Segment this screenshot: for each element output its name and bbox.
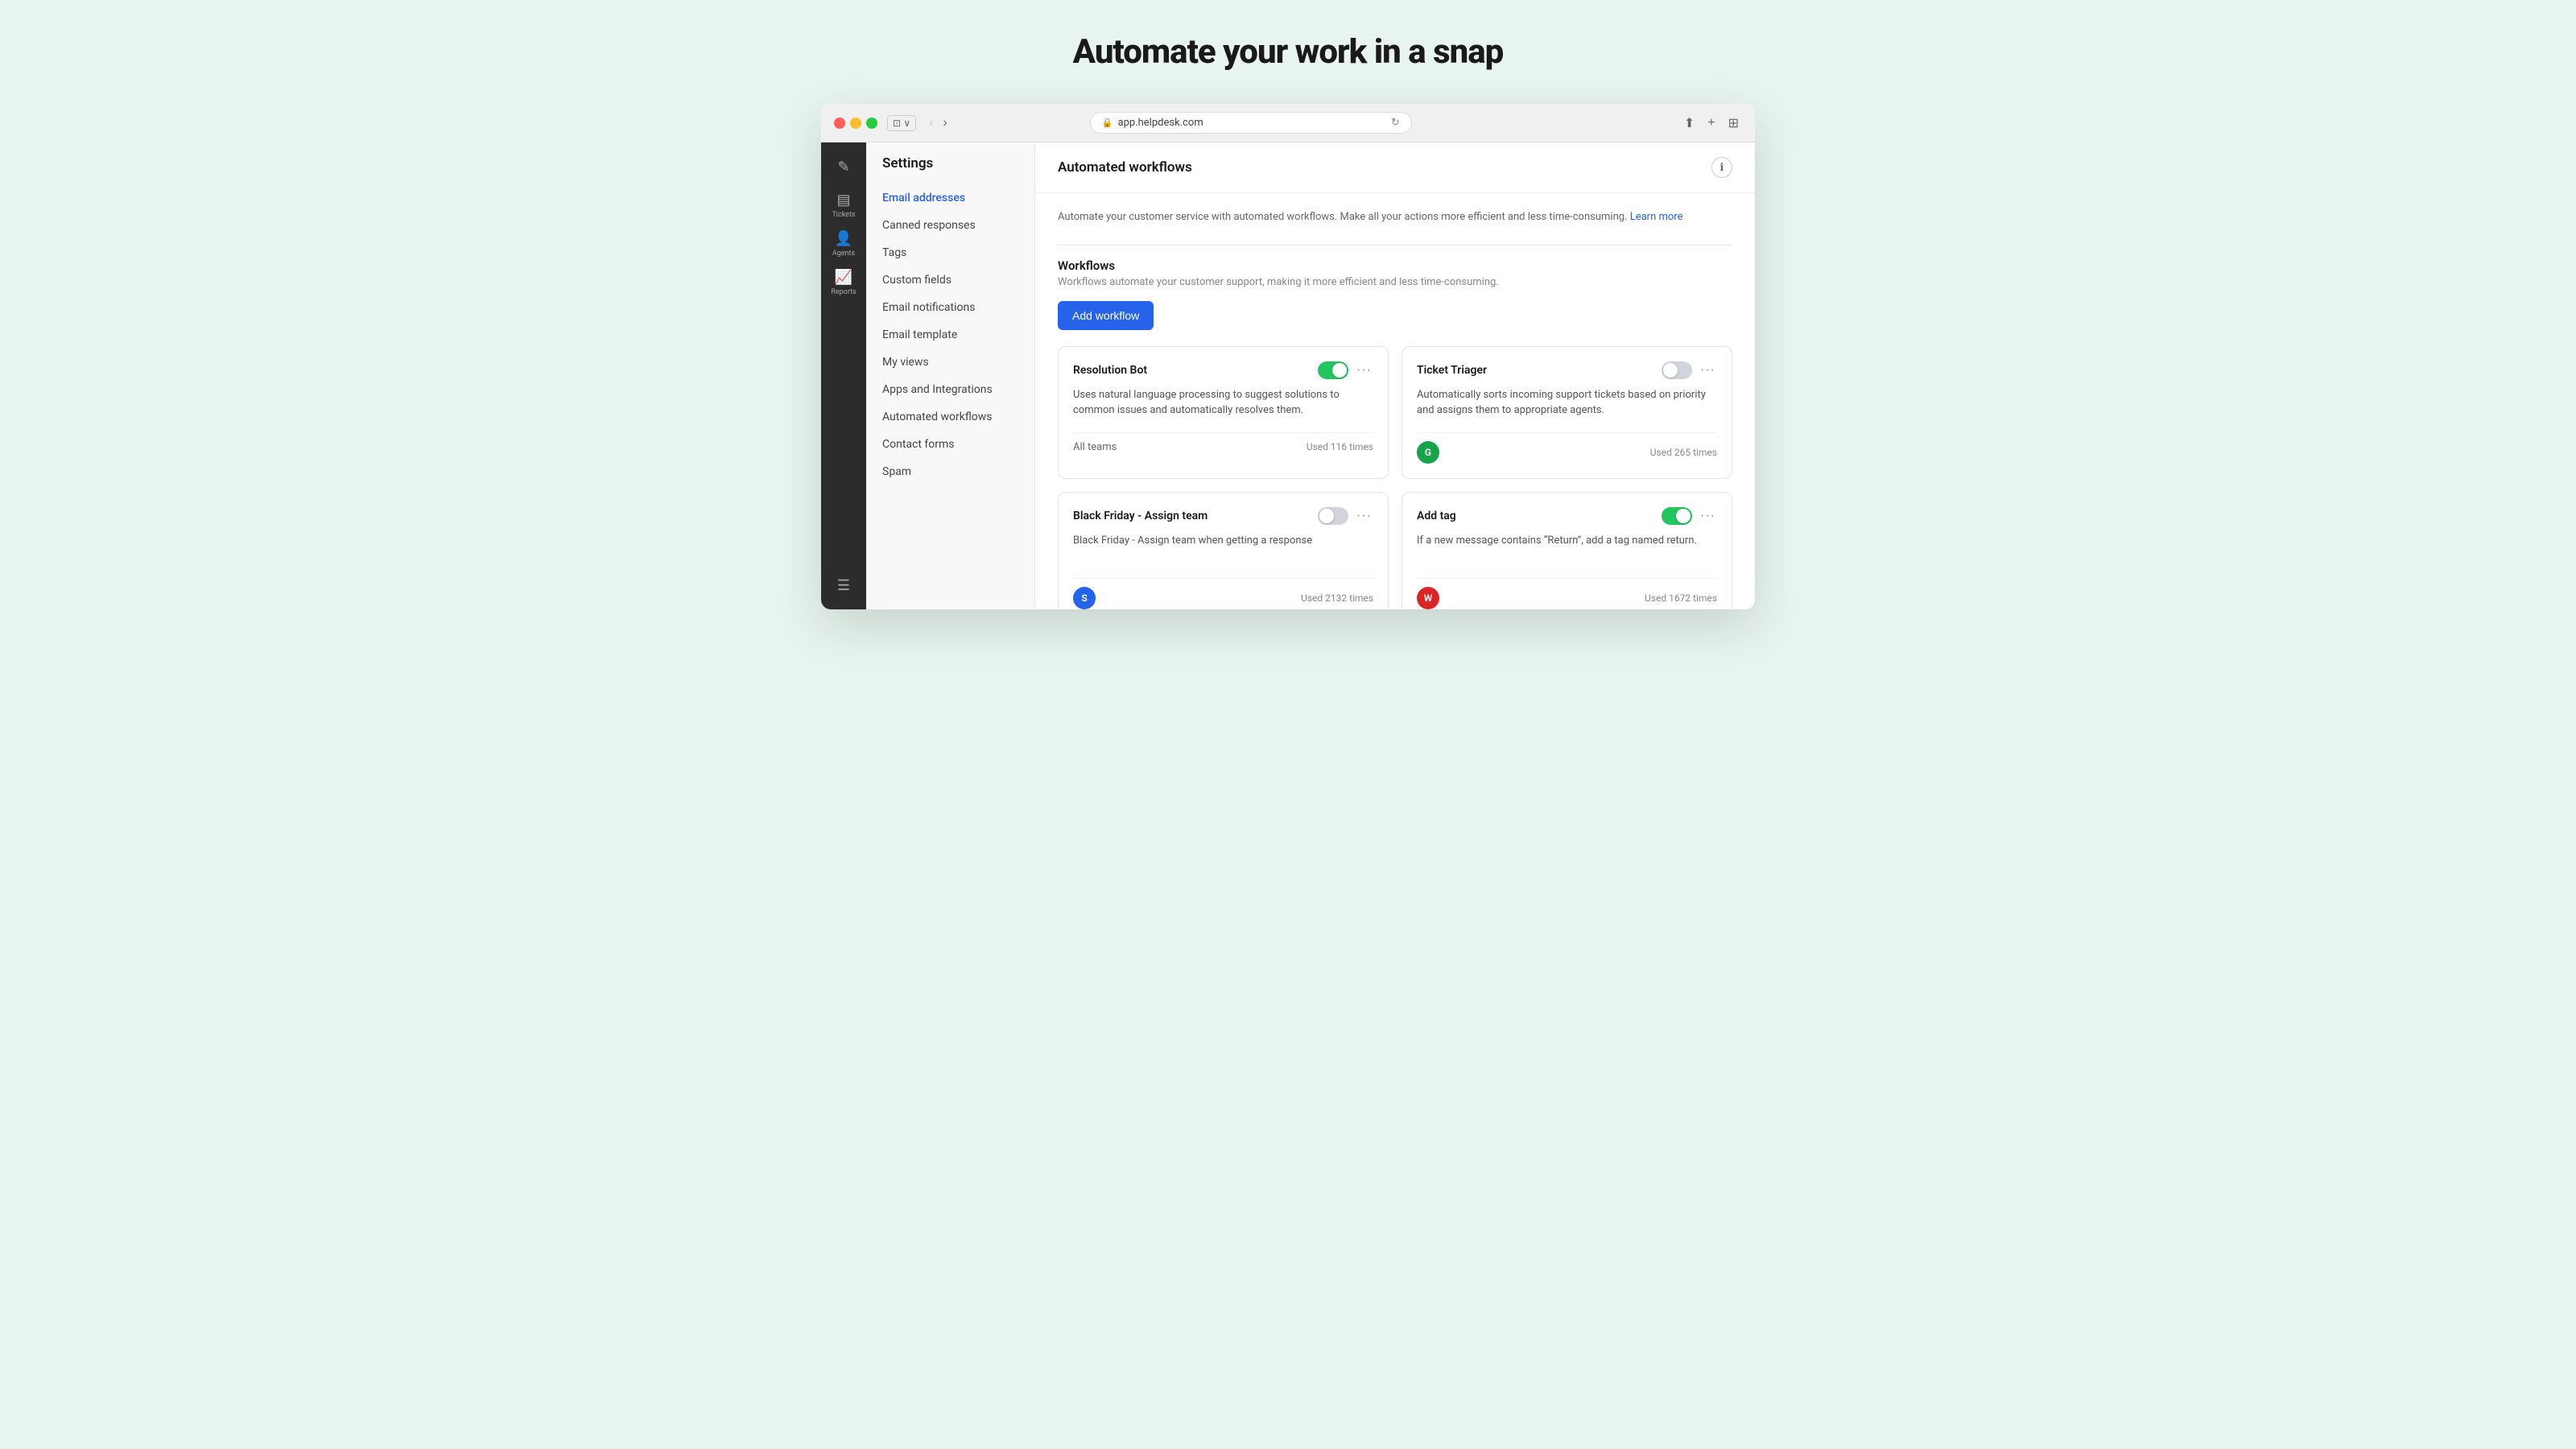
tickets-icon: ▤ xyxy=(836,192,850,208)
maximize-button[interactable] xyxy=(866,118,877,129)
avatar: W xyxy=(1417,587,1439,609)
card-description: Automatically sorts incoming support tic… xyxy=(1417,387,1717,419)
info-button[interactable]: ℹ xyxy=(1711,157,1732,178)
card-description: If a new message contains “Return”, add … xyxy=(1417,533,1717,565)
nav-icon-compose[interactable]: ✎ xyxy=(826,149,861,184)
tickets-label: Tickets xyxy=(832,211,855,219)
card-controls: ··· xyxy=(1662,507,1717,525)
more-options-button[interactable]: ··· xyxy=(1355,363,1373,378)
sidebar-item-email-notifications[interactable]: Email notifications xyxy=(866,294,1034,321)
grid-button[interactable]: ⊞ xyxy=(1725,114,1742,133)
learn-more-link[interactable]: Learn more xyxy=(1630,211,1683,223)
browser-toolbar: ⊡ ∨ ‹ › 🔒 app.helpdesk.com ↻ ⬆ + ⊞ xyxy=(821,104,1755,142)
left-nav: ✎ ▤ Tickets 👤 Agents 📈 Reports ☰ xyxy=(821,142,866,609)
card-title: Add tag xyxy=(1417,510,1456,522)
nav-icon-reports[interactable]: 📈 Reports xyxy=(826,265,861,300)
workflow-card-black-friday: Black Friday - Assign team ··· Black Fri… xyxy=(1058,492,1389,610)
more-options-button[interactable]: ··· xyxy=(1699,509,1717,523)
sidebar-item-automated-workflows[interactable]: Automated workflows xyxy=(866,403,1034,431)
card-header: Ticket Triager ··· xyxy=(1417,361,1717,379)
card-controls: ··· xyxy=(1318,361,1373,379)
description-text: Automate your customer service with auto… xyxy=(1058,209,1732,225)
new-tab-button[interactable]: + xyxy=(1704,114,1718,133)
section-subtitle: Workflows automate your customer support… xyxy=(1058,276,1732,288)
main-body: Automate your customer service with auto… xyxy=(1035,193,1755,609)
workflow-grid: Resolution Bot ··· Uses natural language… xyxy=(1058,346,1732,610)
reports-label: Reports xyxy=(831,288,856,296)
lock-icon: 🔒 xyxy=(1102,118,1113,128)
card-title: Black Friday - Assign team xyxy=(1073,510,1208,522)
close-button[interactable] xyxy=(834,118,845,129)
share-button[interactable]: ⬆ xyxy=(1681,114,1698,133)
agents-icon: 👤 xyxy=(835,230,852,247)
card-used-count: Used 116 times xyxy=(1307,441,1373,452)
sidebar-item-spam[interactable]: Spam xyxy=(866,458,1034,485)
card-title: Resolution Bot xyxy=(1073,364,1147,377)
workflow-card-resolution-bot: Resolution Bot ··· Uses natural language… xyxy=(1058,346,1389,479)
nav-icon-settings[interactable]: ☰ xyxy=(826,568,861,603)
section-title: Workflows xyxy=(1058,258,1732,273)
nav-arrows: ‹ › xyxy=(926,114,951,132)
add-workflow-button[interactable]: Add workflow xyxy=(1058,301,1154,330)
card-footer: All teams Used 116 times xyxy=(1073,432,1373,453)
reload-icon[interactable]: ↻ xyxy=(1391,117,1400,129)
workflow-toggle-add-tag[interactable] xyxy=(1662,507,1692,525)
reports-icon: 📈 xyxy=(835,269,852,286)
card-description: Uses natural language processing to sugg… xyxy=(1073,387,1373,419)
sidebar-item-my-views[interactable]: My views xyxy=(866,349,1034,376)
more-options-button[interactable]: ··· xyxy=(1699,363,1717,378)
browser-actions: ⬆ + ⊞ xyxy=(1681,114,1742,133)
settings-icon: ☰ xyxy=(837,577,850,594)
back-arrow[interactable]: ‹ xyxy=(926,114,936,132)
main-header: Automated workflows ℹ xyxy=(1035,142,1755,193)
card-header: Add tag ··· xyxy=(1417,507,1717,525)
page-heading: Automate your work in a snap xyxy=(16,32,2560,72)
workflow-toggle-ticket-triager[interactable] xyxy=(1662,361,1692,379)
card-used-count: Used 2132 times xyxy=(1301,592,1373,604)
card-controls: ··· xyxy=(1662,361,1717,379)
sidebar-item-email-template[interactable]: Email template xyxy=(866,321,1034,349)
sidebar-title: Settings xyxy=(866,155,1034,184)
card-header: Resolution Bot ··· xyxy=(1073,361,1373,379)
card-header: Black Friday - Assign team ··· xyxy=(1073,507,1373,525)
forward-arrow[interactable]: › xyxy=(940,114,951,132)
more-options-button[interactable]: ··· xyxy=(1355,509,1373,523)
sidebar-item-apps-integrations[interactable]: Apps and Integrations xyxy=(866,376,1034,403)
settings-sidebar: Settings Email addresses Canned response… xyxy=(866,142,1035,609)
card-footer: S Used 2132 times xyxy=(1073,578,1373,609)
app-layout: ✎ ▤ Tickets 👤 Agents 📈 Reports ☰ Setting… xyxy=(821,142,1755,609)
agents-label: Agents xyxy=(832,250,855,258)
avatar: G xyxy=(1417,441,1439,464)
sidebar-item-custom-fields[interactable]: Custom fields xyxy=(866,266,1034,294)
browser-window: ⊡ ∨ ‹ › 🔒 app.helpdesk.com ↻ ⬆ + ⊞ ✎ ▤ T… xyxy=(821,104,1755,609)
card-team: All teams xyxy=(1073,441,1117,453)
workflow-toggle-resolution-bot[interactable] xyxy=(1318,361,1348,379)
sidebar-item-email-addresses[interactable]: Email addresses xyxy=(866,184,1034,212)
sidebar-toggle-button[interactable]: ⊡ ∨ xyxy=(887,115,916,131)
main-header-title: Automated workflows xyxy=(1058,159,1192,175)
address-bar[interactable]: 🔒 app.helpdesk.com ↻ xyxy=(1090,112,1412,134)
main-content: Automated workflows ℹ Automate your cust… xyxy=(1035,142,1755,609)
url-text: app.helpdesk.com xyxy=(1118,117,1203,129)
card-used-count: Used 1672 times xyxy=(1645,592,1717,604)
card-title: Ticket Triager xyxy=(1417,364,1487,377)
card-footer: G Used 265 times xyxy=(1417,432,1717,464)
avatar: S xyxy=(1073,587,1096,609)
nav-icon-tickets[interactable]: ▤ Tickets xyxy=(826,188,861,223)
section-divider xyxy=(1058,245,1732,246)
workflow-card-add-tag: Add tag ··· If a new message contains “R… xyxy=(1402,492,1732,610)
sidebar-item-contact-forms[interactable]: Contact forms xyxy=(866,431,1034,458)
card-used-count: Used 265 times xyxy=(1650,447,1717,458)
traffic-lights xyxy=(834,118,877,129)
sidebar-item-tags[interactable]: Tags xyxy=(866,239,1034,266)
card-controls: ··· xyxy=(1318,507,1373,525)
workflow-card-ticket-triager: Ticket Triager ··· Automatically sorts i… xyxy=(1402,346,1732,479)
workflow-toggle-black-friday[interactable] xyxy=(1318,507,1348,525)
sidebar-item-canned-responses[interactable]: Canned responses xyxy=(866,212,1034,239)
minimize-button[interactable] xyxy=(850,118,861,129)
card-description: Black Friday - Assign team when getting … xyxy=(1073,533,1373,565)
compose-icon: ✎ xyxy=(837,159,849,175)
nav-icon-agents[interactable]: 👤 Agents xyxy=(826,226,861,262)
card-footer: W Used 1672 times xyxy=(1417,578,1717,609)
